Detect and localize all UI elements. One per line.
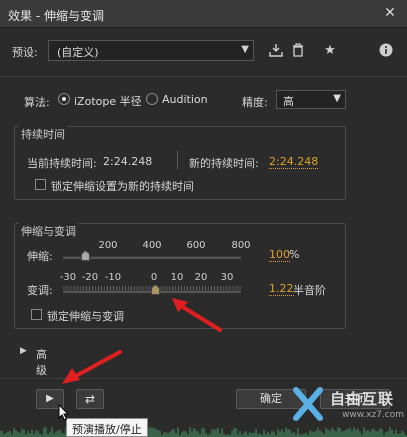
lock-duration-checkbox[interactable] — [35, 179, 46, 190]
stretch-slider-thumb[interactable] — [80, 250, 90, 261]
precision-value: 高 — [283, 95, 294, 108]
stretch-scale-800: 800 — [231, 240, 251, 251]
preset-dropdown[interactable]: (自定义) ▼ — [48, 40, 254, 61]
play-icon: ▶ — [46, 393, 54, 404]
watermark-brand: 自由互联 — [330, 390, 395, 408]
current-duration-label: 当前持续时间: — [27, 157, 97, 170]
divider — [0, 378, 407, 379]
info-icon[interactable] — [378, 43, 394, 59]
download-preset-icon[interactable] — [268, 43, 284, 59]
preset-row: 预设: (自定义) ▼ ★ — [0, 38, 407, 64]
radio-audition[interactable] — [146, 93, 158, 105]
title-bar: 效果 - 伸缩与变调 ✕ — [0, 0, 407, 28]
current-duration-value: 2:24.248 — [103, 155, 153, 168]
watermark-url: www.xz7.com — [342, 410, 404, 420]
annotation-arrow-icon — [62, 350, 122, 384]
radio-izotope[interactable] — [58, 93, 70, 105]
preview-play-button[interactable]: ▶ — [36, 389, 64, 409]
close-icon[interactable]: ✕ — [381, 4, 399, 22]
preset-label: 预设: — [12, 46, 38, 59]
pitch-unit: 半音阶 — [293, 284, 326, 297]
pitch-scale-neg10: -10 — [104, 272, 122, 283]
stretch-scale-200: 200 — [98, 240, 118, 251]
expand-triangle-icon: ▶ — [20, 346, 27, 356]
new-duration-label: 新的持续时间: — [189, 157, 259, 170]
new-duration-value[interactable]: 2:24.248 — [269, 155, 319, 169]
tooltip: 预演播放/停止 — [66, 418, 148, 437]
radio-audition-label[interactable]: Audition — [162, 93, 208, 106]
radio-izotope-label[interactable]: iZotope 半径 — [74, 93, 142, 109]
algorithm-label: 算法: — [24, 96, 50, 109]
lock-duration-label[interactable]: 锁定伸缩设置为新的持续时间 — [51, 178, 194, 194]
trash-icon[interactable] — [290, 43, 306, 59]
pitch-label: 变调: — [27, 284, 53, 297]
stretch-scale-600: 600 — [186, 240, 206, 251]
precision-dropdown[interactable]: 高 ▼ — [276, 90, 346, 109]
stretch-unit: % — [289, 248, 300, 261]
chevron-down-icon: ▼ — [241, 44, 249, 55]
divider — [177, 151, 178, 169]
pitch-slider-thumb[interactable] — [150, 284, 160, 295]
pitch-value[interactable]: 1.22 — [269, 282, 294, 296]
loop-icon: ⇄ — [84, 392, 96, 406]
duration-group-title: 持续时间 — [19, 126, 67, 142]
stretch-scale-400: 400 — [142, 240, 162, 251]
stretch-label: 伸缩: — [27, 250, 53, 263]
pitch-scale-30: 30 — [220, 272, 234, 283]
stretch-pitch-group: 伸缩与变调 伸缩: 200 400 600 800 100 % 变调: -30 … — [14, 223, 346, 329]
lock-stretch-pitch-label[interactable]: 锁定伸缩与变调 — [47, 308, 124, 324]
lock-stretch-pitch-checkbox[interactable] — [31, 309, 42, 320]
window-title: 效果 - 伸缩与变调 — [8, 9, 104, 23]
star-icon[interactable]: ★ — [322, 43, 338, 59]
advanced-label: 高级 — [36, 348, 47, 377]
preset-value: (自定义) — [57, 46, 99, 59]
chevron-down-icon: ▼ — [333, 93, 341, 104]
precision-label: 精度: — [242, 96, 268, 109]
loop-button[interactable]: ⇄ — [76, 389, 104, 409]
stretch-pitch-group-title: 伸缩与变调 — [19, 223, 78, 239]
duration-group: 持续时间 当前持续时间: 2:24.248 新的持续时间: 2:24.248 锁… — [14, 126, 346, 200]
stretch-value[interactable]: 100 — [269, 248, 290, 262]
divider — [0, 76, 407, 77]
algorithm-row: 算法: iZotope 半径 Audition 精度: 高 ▼ — [0, 90, 407, 110]
waveform-strip — [0, 427, 407, 437]
